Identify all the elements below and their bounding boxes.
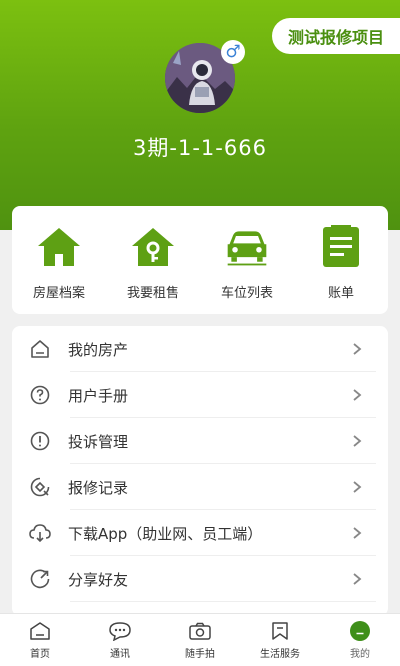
chevron-right-icon [350, 434, 364, 448]
test-repair-project-button[interactable]: 测试报修项目 [272, 18, 400, 54]
chevron-right-icon [350, 388, 364, 402]
quick-action-parking-list[interactable]: 车位列表 [200, 206, 294, 301]
tab-label: 生活服务 [260, 649, 300, 660]
repair-record-icon [28, 475, 52, 499]
bookmark-icon [268, 620, 292, 642]
house-icon [36, 224, 82, 270]
chevron-right-icon [350, 526, 364, 540]
quick-action-label: 车位列表 [220, 286, 273, 301]
home-tab-icon [28, 620, 52, 642]
profile-header: 测试报修项目 ♂ 3期-1-1-666 [0, 0, 400, 230]
menu-item-user-manual[interactable]: 用户手册 [12, 372, 388, 418]
menu-item-label: 报修记录 [68, 478, 129, 497]
menu-list: 我的房产 用户手册 投诉管理 报修记录 下载App（助业网、员工端） 分享好友 [12, 326, 388, 616]
menu-item-my-property[interactable]: 我的房产 [12, 326, 388, 372]
tab-label: 随手拍 [185, 649, 215, 660]
home-outline-icon [28, 337, 52, 361]
quick-action-house-archive[interactable]: 房屋档案 [12, 206, 106, 301]
bill-icon [318, 224, 364, 270]
quick-action-label: 房屋档案 [32, 286, 85, 301]
chevron-right-icon [350, 572, 364, 586]
cloud-download-icon [28, 521, 52, 545]
menu-item-share-friends[interactable]: 分享好友 [12, 556, 388, 602]
tab-snapshot[interactable]: 随手拍 [160, 614, 240, 666]
chat-icon [108, 620, 132, 642]
share-icon [28, 567, 52, 591]
quick-action-label: 账单 [327, 286, 354, 301]
tab-home[interactable]: 首页 [0, 614, 80, 666]
profile-icon [348, 620, 372, 642]
tab-label: 通讯 [110, 649, 130, 660]
chevron-right-icon [350, 480, 364, 494]
menu-item-label: 投诉管理 [68, 432, 129, 451]
gender-male-icon: ♂ [221, 40, 245, 64]
chevron-right-icon [350, 342, 364, 356]
camera-icon [188, 620, 212, 642]
username: 3期-1-1-666 [133, 136, 267, 160]
menu-item-label: 我的房产 [68, 340, 129, 359]
menu-item-complaint[interactable]: 投诉管理 [12, 418, 388, 464]
menu-item-label: 下载App（助业网、员工端） [68, 524, 263, 543]
quick-action-rent-sale[interactable]: 我要租售 [106, 206, 200, 301]
menu-item-label: 用户手册 [68, 386, 129, 405]
tab-messages[interactable]: 通讯 [80, 614, 160, 666]
quick-actions-card: 房屋档案 我要租售 车位列表 账单 [12, 206, 388, 314]
quick-action-bill[interactable]: 账单 [294, 206, 388, 301]
exclamation-circle-icon [28, 429, 52, 453]
tab-label: 首页 [30, 649, 50, 660]
car-icon [224, 224, 270, 270]
question-circle-icon [28, 383, 52, 407]
tab-life-services[interactable]: 生活服务 [240, 614, 320, 666]
menu-item-download-app[interactable]: 下载App（助业网、员工端） [12, 510, 388, 556]
tab-mine[interactable]: 我的 [320, 614, 400, 666]
menu-item-label: 分享好友 [68, 570, 129, 589]
tab-label: 我的 [350, 649, 370, 660]
bottom-tab-bar: 首页 通讯 随手拍 生活服务 我的 [0, 613, 400, 666]
house-key-icon [130, 224, 176, 270]
menu-item-repair-records[interactable]: 报修记录 [12, 464, 388, 510]
quick-action-label: 我要租售 [126, 286, 179, 301]
